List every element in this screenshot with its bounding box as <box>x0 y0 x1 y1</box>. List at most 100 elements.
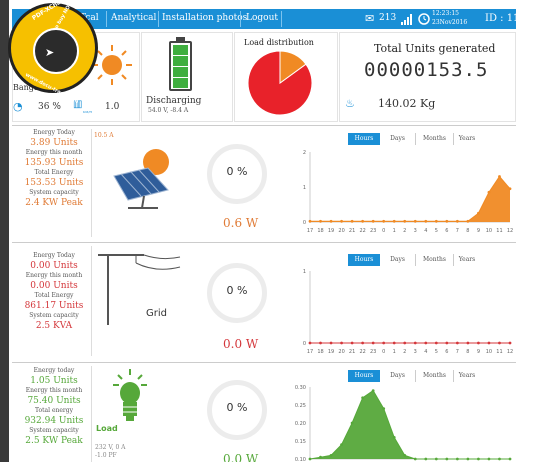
data-point[interactable] <box>403 341 407 345</box>
data-point[interactable] <box>477 341 480 345</box>
data-point[interactable] <box>434 457 438 461</box>
grid-total-label: Total Energy <box>34 292 74 299</box>
data-point[interactable] <box>434 341 438 345</box>
data-point[interactable] <box>308 219 312 223</box>
data-point[interactable] <box>424 341 428 345</box>
tab-months[interactable]: Months <box>416 370 454 382</box>
data-point[interactable] <box>392 341 396 345</box>
data-point[interactable] <box>413 457 417 461</box>
mail-icon[interactable]: ✉ <box>365 12 374 25</box>
data-point[interactable] <box>350 421 354 425</box>
data-point[interactable] <box>466 219 470 223</box>
data-point[interactable] <box>466 341 470 345</box>
data-point[interactable] <box>371 341 375 345</box>
solar-energy-month-label: Energy this month <box>25 149 83 156</box>
clock-icon <box>418 13 430 25</box>
data-point[interactable] <box>508 457 512 461</box>
x-tick-label: 20 <box>338 228 344 234</box>
data-point[interactable] <box>445 219 449 223</box>
tab-years[interactable]: Years <box>454 370 480 382</box>
load-chart-tabs: Hours Days Months Years <box>348 370 478 382</box>
data-point[interactable] <box>508 187 512 191</box>
data-point[interactable] <box>455 341 459 345</box>
data-point[interactable] <box>498 175 501 178</box>
data-point[interactable] <box>455 219 459 223</box>
y-tick-label: 1 <box>303 185 306 191</box>
nav-logout[interactable]: Logout <box>246 13 278 23</box>
total-units-value: 00000153.5 <box>364 59 489 81</box>
data-point[interactable] <box>477 211 480 215</box>
data-point[interactable] <box>413 341 417 345</box>
load-percent: 0 % <box>226 401 248 414</box>
data-point[interactable] <box>487 190 491 194</box>
data-point[interactable] <box>466 457 470 461</box>
grid-name: Grid <box>146 308 167 319</box>
data-point[interactable] <box>498 457 501 461</box>
data-point[interactable] <box>329 454 333 457</box>
x-tick-label: 3 <box>414 349 417 355</box>
data-point[interactable] <box>361 219 365 223</box>
data-point[interactable] <box>340 443 343 446</box>
y-tick-label: 1 <box>303 269 306 275</box>
load-distribution-pie <box>247 50 313 116</box>
tab-days[interactable]: Days <box>380 370 416 382</box>
data-point[interactable] <box>413 219 417 223</box>
data-point[interactable] <box>319 219 322 223</box>
data-point[interactable] <box>403 454 407 457</box>
nav-analytical[interactable]: Analytical <box>111 13 156 23</box>
data-point[interactable] <box>319 455 322 459</box>
data-point[interactable] <box>403 219 407 223</box>
signal-icon <box>401 14 412 25</box>
data-point[interactable] <box>392 436 396 439</box>
y-tick-label: 0.20 <box>295 421 306 427</box>
data-point[interactable] <box>340 219 343 223</box>
tab-hours[interactable]: Hours <box>348 254 380 266</box>
load-energy-month-label: Energy this month <box>25 387 83 394</box>
data-point[interactable] <box>508 341 512 345</box>
x-tick-label: 2 <box>403 228 406 234</box>
data-point[interactable] <box>340 341 343 345</box>
data-point[interactable] <box>382 219 386 223</box>
data-point[interactable] <box>308 457 312 461</box>
messages-count[interactable]: 213 <box>379 13 396 23</box>
pdf-xchange-badge[interactable]: PDF-XChange Click to buy NOW! www.docu-t… <box>8 0 98 105</box>
data-point[interactable] <box>392 219 396 223</box>
solar-current: 10.5 A <box>94 132 114 139</box>
nav-installation-photos[interactable]: Installation photos <box>162 13 247 23</box>
tab-days[interactable]: Days <box>380 254 416 266</box>
data-point[interactable] <box>308 341 312 345</box>
tab-hours[interactable]: Hours <box>348 370 380 382</box>
load-capacity-label: System capacity <box>29 427 79 434</box>
x-tick-label: 21 <box>349 349 355 355</box>
data-point[interactable] <box>371 219 375 223</box>
tab-months[interactable]: Months <box>416 254 454 266</box>
series-area <box>310 176 510 222</box>
data-point[interactable] <box>382 407 386 410</box>
data-point[interactable] <box>361 396 365 400</box>
tab-months[interactable]: Months <box>416 133 454 145</box>
data-point[interactable] <box>329 341 333 345</box>
data-point[interactable] <box>487 341 491 345</box>
y-tick-label: 0.10 <box>295 457 306 462</box>
data-point[interactable] <box>455 457 459 461</box>
data-point[interactable] <box>382 341 386 345</box>
data-point[interactable] <box>350 219 354 223</box>
data-point[interactable] <box>424 219 428 223</box>
data-point[interactable] <box>487 457 491 461</box>
data-point[interactable] <box>319 341 322 345</box>
tab-days[interactable]: Days <box>380 133 416 145</box>
data-point[interactable] <box>445 457 449 461</box>
data-point[interactable] <box>445 341 449 345</box>
tab-hours[interactable]: Hours <box>348 133 380 145</box>
data-point[interactable] <box>350 341 354 345</box>
data-point[interactable] <box>434 219 438 223</box>
data-point[interactable] <box>498 341 501 345</box>
solar-percent: 0 % <box>226 165 248 178</box>
data-point[interactable] <box>329 219 333 223</box>
tab-years[interactable]: Years <box>454 254 480 266</box>
data-point[interactable] <box>361 341 365 345</box>
tab-years[interactable]: Years <box>454 133 480 145</box>
data-point[interactable] <box>424 457 428 461</box>
data-point[interactable] <box>477 457 480 461</box>
data-point[interactable] <box>371 389 375 392</box>
